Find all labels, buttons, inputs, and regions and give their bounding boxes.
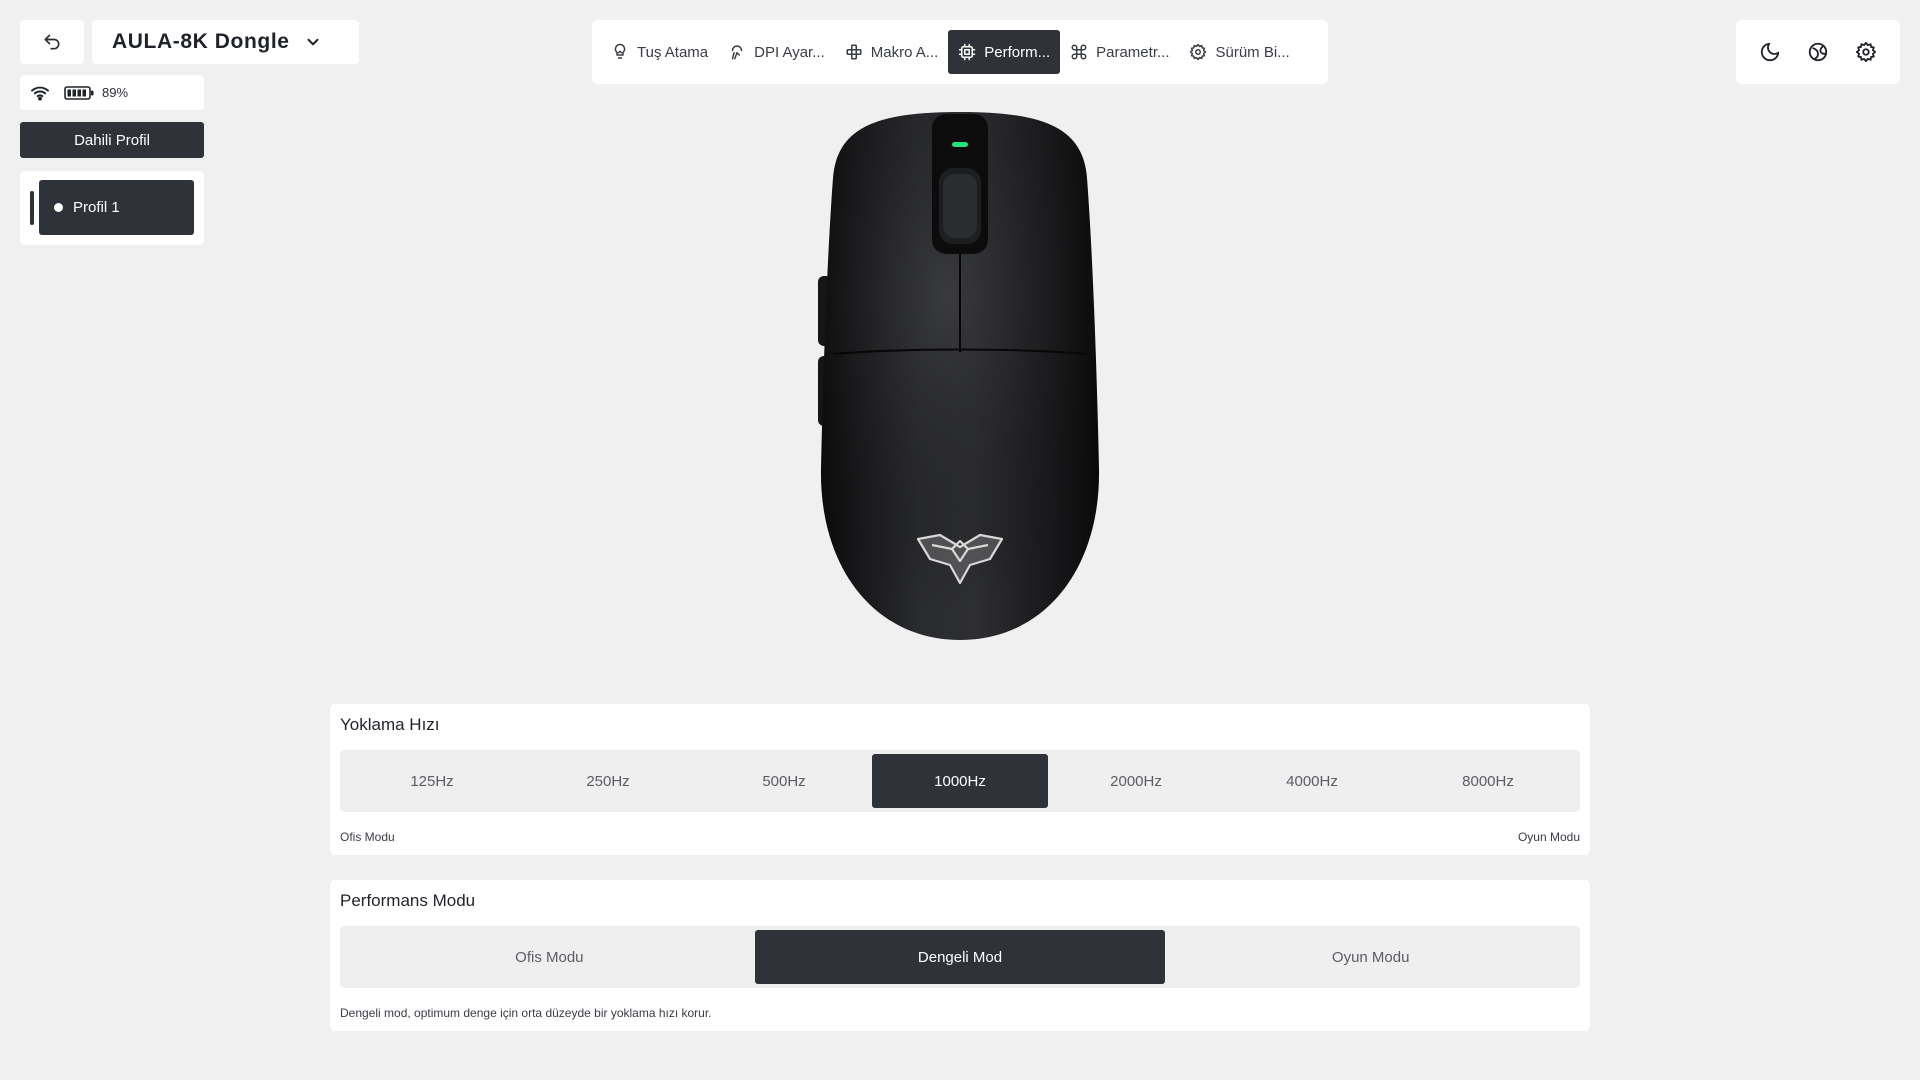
tab-label: Parametr... xyxy=(1096,43,1170,61)
main-tabs: Tuş Atama DPI Ayar... Makro A... Perform… xyxy=(592,20,1328,84)
active-dot-icon xyxy=(54,203,63,212)
profile-item-1[interactable]: Profil 1 xyxy=(39,180,194,235)
tab-dpi[interactable]: DPI Ayar... xyxy=(718,30,835,74)
profile-label: Profil 1 xyxy=(73,199,120,216)
gear-icon xyxy=(1190,43,1207,61)
tool-buttons xyxy=(1736,20,1900,84)
tab-performance[interactable]: Perform... xyxy=(948,30,1061,74)
theme-toggle-button[interactable] xyxy=(1753,35,1787,69)
language-icon xyxy=(1808,42,1828,62)
chip-icon xyxy=(959,43,976,61)
battery-percent: 89% xyxy=(102,85,129,100)
connection-status: 89% xyxy=(20,75,204,110)
polling-option-4000[interactable]: 4000Hz xyxy=(1224,754,1400,808)
device-name: AULA-8K Dongle xyxy=(112,30,290,53)
settings-icon xyxy=(1855,41,1877,63)
chevron-down-icon xyxy=(307,38,319,46)
game-mode-hint: Oyun Modu xyxy=(1517,830,1580,844)
settings-button[interactable] xyxy=(1849,35,1883,69)
polling-rate-title: Yoklama Hızı xyxy=(340,715,440,734)
performance-mode-selector: Ofis Modu Dengeli Mod Oyun Modu xyxy=(340,926,1580,988)
battery-icon xyxy=(64,85,94,100)
dpi-icon xyxy=(731,45,743,60)
performance-mode-title: Performans Modu xyxy=(340,891,476,910)
key-bulb-icon xyxy=(614,43,626,59)
tab-macro[interactable]: Makro A... xyxy=(835,30,949,74)
profile-list: Profil 1 xyxy=(20,171,204,245)
polling-option-125[interactable]: 125Hz xyxy=(344,754,520,808)
mode-option-game[interactable]: Oyun Modu xyxy=(1165,930,1576,984)
office-mode-hint: Ofis Modu xyxy=(340,830,395,844)
undo-icon xyxy=(44,34,60,50)
internal-profile-header: Dahili Profil xyxy=(20,122,204,158)
polling-option-1000[interactable]: 1000Hz xyxy=(872,754,1048,808)
polling-rate-selector: 125Hz 250Hz 500Hz 1000Hz 2000Hz 4000Hz 8… xyxy=(340,750,1580,812)
tab-key-assignment[interactable]: Tuş Atama xyxy=(601,30,718,74)
polling-rate-card: Yoklama Hızı 125Hz 250Hz 500Hz 1000Hz 20… xyxy=(330,704,1590,855)
profile-scroll-indicator xyxy=(30,191,34,225)
polling-option-500[interactable]: 500Hz xyxy=(696,754,872,808)
mode-option-balanced[interactable]: Dengeli Mod xyxy=(754,930,1166,984)
device-selector[interactable]: AULA-8K Dongle xyxy=(92,20,359,64)
mode-option-office[interactable]: Ofis Modu xyxy=(344,930,755,984)
wifi-icon xyxy=(31,86,49,101)
tab-label: Sürüm Bi... xyxy=(1215,43,1290,61)
performance-mode-card: Performans Modu Ofis Modu Dengeli Mod Oy… xyxy=(330,880,1590,1031)
tab-parameters[interactable]: Parametr... xyxy=(1060,30,1179,74)
tab-label: Makro A... xyxy=(870,43,939,61)
language-button[interactable] xyxy=(1801,35,1835,69)
moon-icon xyxy=(1760,42,1780,62)
polling-option-2000[interactable]: 2000Hz xyxy=(1048,754,1224,808)
tab-version[interactable]: Sürüm Bi... xyxy=(1179,30,1299,74)
tab-label: Tuş Atama xyxy=(637,43,709,61)
macro-icon xyxy=(846,44,862,60)
mouse-image xyxy=(815,108,1105,644)
tab-label: Perform... xyxy=(984,43,1051,61)
back-button[interactable] xyxy=(20,20,84,64)
polling-option-8000[interactable]: 8000Hz xyxy=(1400,754,1576,808)
performance-mode-description: Dengeli mod, optimum denge için orta düz… xyxy=(340,1006,712,1020)
polling-option-250[interactable]: 250Hz xyxy=(520,754,696,808)
command-icon xyxy=(1071,44,1087,60)
tab-label: DPI Ayar... xyxy=(754,43,825,61)
